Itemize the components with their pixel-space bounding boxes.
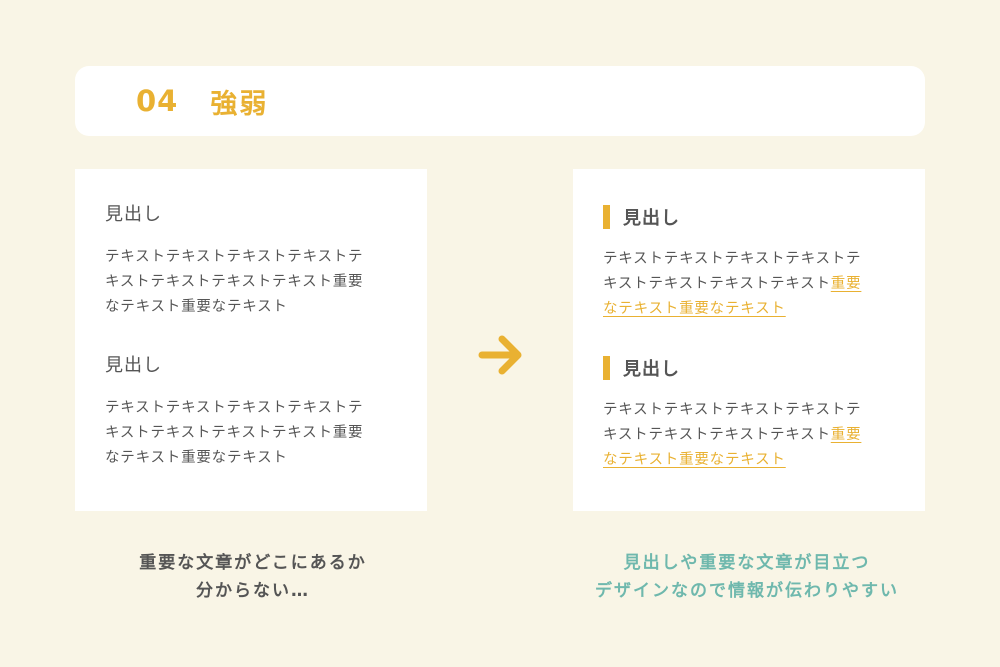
before-caption: 重要な文章がどこにあるか 分からない…	[73, 549, 433, 605]
body-line: キストテキストテキストテキスト重要	[105, 425, 364, 441]
body-line: テキストテキストテキストテキストテ	[105, 249, 364, 265]
body-text: テキストテキストテキストテキストテ キストテキストテキストテキスト重要 なテキス…	[603, 398, 893, 473]
caption-line: 見出しや重要な文章が目立つ	[623, 553, 871, 573]
plain-heading: 見出し	[105, 355, 162, 376]
heading-text: 見出し	[623, 208, 680, 229]
body-line: テキストテキストテキストテキストテ	[603, 402, 862, 418]
body-line: なテキスト重要なテキスト	[105, 299, 288, 315]
body-line: キストテキストテキストテキスト重要	[603, 272, 893, 297]
after-example-panel: 見出し テキストテキストテキストテキストテ キストテキストテキストテキスト重要 …	[573, 169, 925, 511]
emphasized-heading: 見出し	[603, 205, 925, 229]
after-section-2: 見出し テキストテキストテキストテキストテ キストテキストテキストテキスト重要 …	[603, 356, 925, 473]
heading-text: 見出し	[623, 359, 680, 380]
plain-text: キストテキストテキストテキスト	[603, 276, 831, 292]
highlighted-text: なテキスト重要なテキスト	[603, 301, 786, 317]
caption-line: 重要な文章がどこにあるか	[139, 553, 367, 573]
highlighted-text: 重要	[830, 276, 862, 292]
before-section-1: 見出し テキストテキストテキストテキストテ キストテキストテキストテキスト重要 …	[105, 203, 427, 320]
section-header: 04 強弱	[75, 66, 925, 136]
after-caption: 見出しや重要な文章が目立つ デザインなので情報が伝わりやすい	[567, 549, 927, 605]
body-line: なテキスト重要なテキスト	[603, 448, 893, 473]
before-section-2: 見出し テキストテキストテキストテキストテ キストテキストテキストテキスト重要 …	[105, 354, 427, 471]
caption-line: デザインなので情報が伝わりやすい	[595, 581, 899, 601]
plain-heading: 見出し	[105, 204, 162, 225]
body-line: キストテキストテキストテキスト重要	[603, 423, 893, 448]
body-text: テキストテキストテキストテキストテ キストテキストテキストテキスト重要 なテキス…	[603, 247, 893, 322]
body-line: テキストテキストテキストテキストテ	[603, 251, 862, 267]
heading-accent-bar	[603, 205, 610, 229]
body-line: テキストテキストテキストテキストテ	[105, 400, 364, 416]
body-text: テキストテキストテキストテキストテ キストテキストテキストテキスト重要 なテキス…	[105, 396, 395, 471]
highlighted-text: なテキスト重要なテキスト	[603, 452, 786, 468]
arrow-right-icon	[478, 335, 522, 375]
before-example-panel: 見出し テキストテキストテキストテキストテ キストテキストテキストテキスト重要 …	[75, 169, 427, 511]
body-line: なテキスト重要なテキスト	[603, 297, 893, 322]
body-line: キストテキストテキストテキスト重要	[105, 274, 364, 290]
plain-text: キストテキストテキストテキスト	[603, 427, 831, 443]
section-title: 強弱	[210, 88, 269, 120]
highlighted-text: 重要	[830, 427, 862, 443]
caption-line: 分からない…	[196, 581, 310, 601]
body-line: なテキスト重要なテキスト	[105, 450, 288, 466]
after-section-1: 見出し テキストテキストテキストテキストテ キストテキストテキストテキスト重要 …	[603, 205, 925, 322]
emphasized-heading: 見出し	[603, 356, 925, 380]
section-number: 04	[136, 84, 179, 118]
body-text: テキストテキストテキストテキストテ キストテキストテキストテキスト重要 なテキス…	[105, 245, 395, 320]
heading-accent-bar	[603, 356, 610, 380]
